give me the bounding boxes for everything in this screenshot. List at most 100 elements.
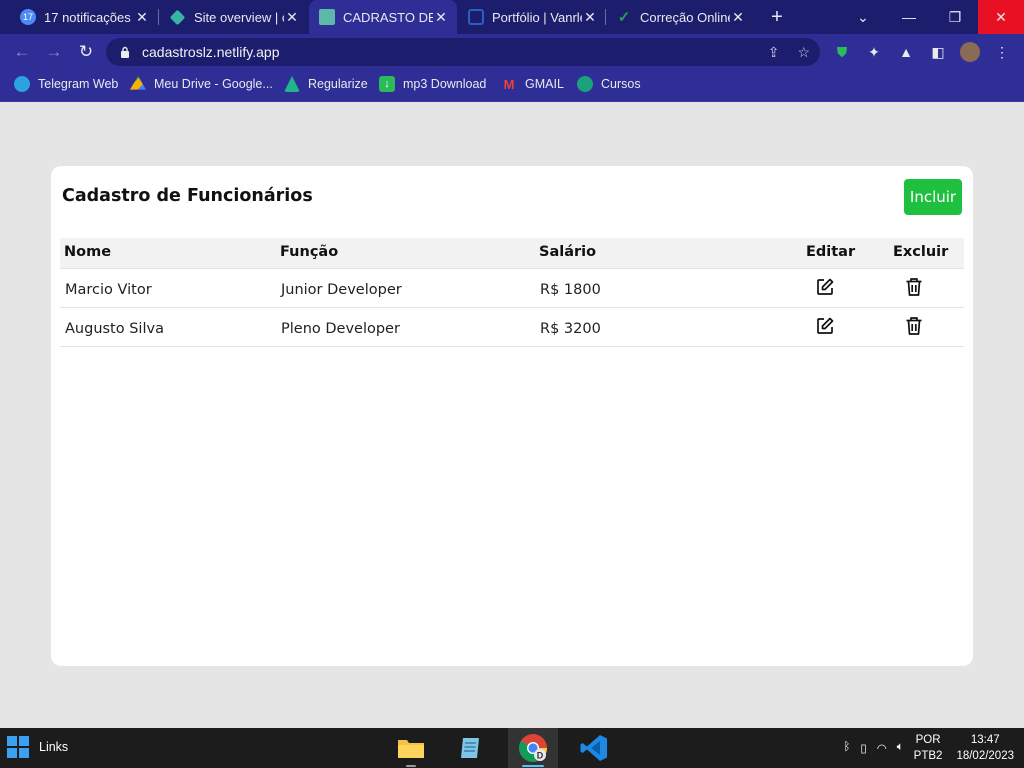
- keyboard-layout: PTB2: [913, 750, 943, 762]
- bookmark-label: Regularize: [308, 77, 368, 91]
- notepad-icon: [461, 738, 479, 758]
- bookmark-cursos[interactable]: Cursos: [577, 76, 641, 92]
- bookmark-star-icon[interactable]: ☆: [797, 44, 810, 61]
- bookmark-gmail[interactable]: M GMAIL: [501, 76, 564, 92]
- tab-strip: 17 17 notificações ✕ Site overview | c ✕…: [0, 0, 1024, 34]
- bookmark-label: Cursos: [601, 77, 641, 91]
- lock-icon: [121, 46, 129, 58]
- employee-table: Nome Função Salário Editar Excluir Marci…: [60, 238, 964, 347]
- clock-date: 18/02/2023: [956, 750, 1014, 762]
- cell-salary: R$ 3200: [540, 321, 601, 337]
- column-header-salary: Salário: [539, 244, 597, 260]
- bookmark-regularize[interactable]: Regularize: [284, 76, 368, 92]
- cell-salary: R$ 1800: [540, 282, 601, 298]
- checkmark-icon: ✓: [617, 9, 631, 26]
- page-title: Cadastro de Funcionários: [62, 186, 313, 206]
- tab-close-icon[interactable]: ✕: [433, 9, 449, 26]
- profile-avatar[interactable]: [960, 42, 980, 62]
- tab-search-icon[interactable]: ⌄: [840, 0, 886, 34]
- trash-icon[interactable]: [903, 315, 925, 337]
- employee-card: Cadastro de Funcionários Incluir Nome Fu…: [51, 166, 973, 666]
- tab-correcao[interactable]: ✓ Correção Online ✕: [606, 0, 754, 34]
- close-window-button[interactable]: ✕: [978, 0, 1024, 34]
- bookmarks-bar: Telegram Web Meu Drive - Google... Regul…: [0, 70, 1024, 102]
- system-tray: ᛒ ▯ ◠ 🔈︎ POR PTB2 13:47 18/02/2023: [843, 728, 1024, 768]
- bookmark-drive[interactable]: Meu Drive - Google...: [130, 76, 273, 92]
- google-drive-icon: [130, 76, 146, 90]
- graduation-cap-icon: [577, 76, 593, 92]
- tab-label: CADRASTO DE F: [343, 9, 433, 25]
- tab-portfolio[interactable]: Portfólio | Vanrle ✕: [458, 0, 606, 34]
- tab-close-icon[interactable]: ✕: [582, 9, 598, 26]
- table-row: Marcio Vitor Junior Developer R$ 1800: [60, 269, 964, 308]
- browser-menu-icon[interactable]: ⋮: [992, 42, 1012, 62]
- table-row: Augusto Silva Pleno Developer R$ 3200: [60, 308, 964, 347]
- edit-icon[interactable]: [814, 276, 836, 298]
- bookmark-label: Meu Drive - Google...: [154, 77, 273, 91]
- restore-button[interactable]: ❐: [932, 0, 978, 34]
- shield-extension-icon[interactable]: ⛊: [832, 42, 852, 62]
- tab-label: Site overview | c: [194, 9, 284, 25]
- app-active-indicator: [522, 765, 544, 767]
- wifi-icon[interactable]: ◠: [877, 741, 887, 755]
- address-bar: ← → ↻ cadastroslz.netlify.app ⇪ ☆ ⛊ ✦ ▲ …: [0, 34, 1024, 70]
- telegram-icon: [14, 76, 30, 92]
- tab-notifications[interactable]: 17 17 notificações ✕: [0, 0, 158, 34]
- new-tab-button[interactable]: +: [764, 0, 790, 34]
- share-icon[interactable]: ⇪: [768, 44, 780, 61]
- tab-close-icon[interactable]: ✕: [134, 9, 150, 26]
- column-header-name: Nome: [64, 244, 112, 260]
- volume-icon[interactable]: 🔈︎: [897, 741, 904, 755]
- forward-button[interactable]: →: [41, 39, 67, 65]
- app-running-indicator: [406, 765, 416, 767]
- links-toolbar-label[interactable]: Links: [39, 740, 68, 754]
- netlify-icon: [169, 9, 186, 25]
- tab-label: Correção Online: [640, 9, 730, 25]
- tab-site-overview[interactable]: Site overview | c ✕: [150, 0, 308, 34]
- tab-close-icon[interactable]: ✕: [284, 9, 300, 26]
- vscode-icon: [580, 735, 607, 761]
- tab-close-icon[interactable]: ✕: [730, 9, 746, 26]
- side-panel-icon[interactable]: ◧: [928, 42, 948, 62]
- battery-icon[interactable]: ▯: [860, 741, 866, 755]
- language-indicator[interactable]: POR PTB2: [914, 732, 943, 764]
- folder-icon: [398, 740, 424, 758]
- svg-text:D: D: [537, 751, 544, 761]
- minimize-button[interactable]: —: [886, 0, 932, 34]
- cell-name: Augusto Silva: [65, 321, 164, 337]
- back-button[interactable]: ←: [9, 39, 35, 65]
- table-header: Nome Função Salário Editar Excluir: [60, 238, 964, 269]
- tab-cadrasto[interactable]: CADRASTO DE F ✕: [309, 0, 457, 34]
- windows-start-icon[interactable]: [7, 736, 29, 758]
- gmail-icon: M: [503, 76, 515, 92]
- cell-role: Junior Developer: [281, 282, 402, 298]
- bookmark-telegram[interactable]: Telegram Web: [14, 76, 118, 92]
- chrome-icon: D: [519, 734, 547, 762]
- windows-taskbar: Links D ᛒ ▯ ◠ 🔈︎ POR PTB2 13:47 18/02/20…: [0, 728, 1024, 768]
- bookmark-label: GMAIL: [525, 77, 564, 91]
- edit-icon[interactable]: [814, 315, 836, 337]
- tab-label: Portfólio | Vanrle: [492, 9, 582, 25]
- cell-name: Marcio Vitor: [65, 282, 152, 298]
- url-omnibox[interactable]: cadastroslz.netlify.app ⇪ ☆: [106, 38, 820, 66]
- clock[interactable]: 13:47 18/02/2023: [956, 732, 1014, 764]
- trash-icon[interactable]: [903, 276, 925, 298]
- bookmark-mp3[interactable]: ↓ mp3 Download: [379, 76, 486, 92]
- include-button[interactable]: Incluir: [904, 179, 962, 215]
- column-header-edit: Editar: [806, 244, 856, 260]
- chrome-app[interactable]: D: [508, 728, 558, 768]
- extensions-puzzle-icon[interactable]: ✦: [864, 42, 884, 62]
- download-icon: ↓: [379, 76, 395, 92]
- cell-role: Pleno Developer: [281, 321, 400, 337]
- file-explorer-app[interactable]: [386, 728, 436, 768]
- notification-badge-icon: 17: [20, 9, 36, 25]
- app-favicon-icon: [319, 9, 335, 25]
- reload-button[interactable]: ↻: [73, 39, 99, 65]
- labs-flask-icon[interactable]: ▲: [896, 42, 916, 62]
- vscode-app[interactable]: [569, 728, 619, 768]
- tab-label: 17 notificações: [44, 9, 131, 25]
- regularize-icon: [284, 76, 300, 92]
- bluetooth-icon[interactable]: ᛒ: [843, 741, 850, 755]
- column-header-role: Função: [280, 244, 339, 260]
- notepad-app[interactable]: [446, 728, 496, 768]
